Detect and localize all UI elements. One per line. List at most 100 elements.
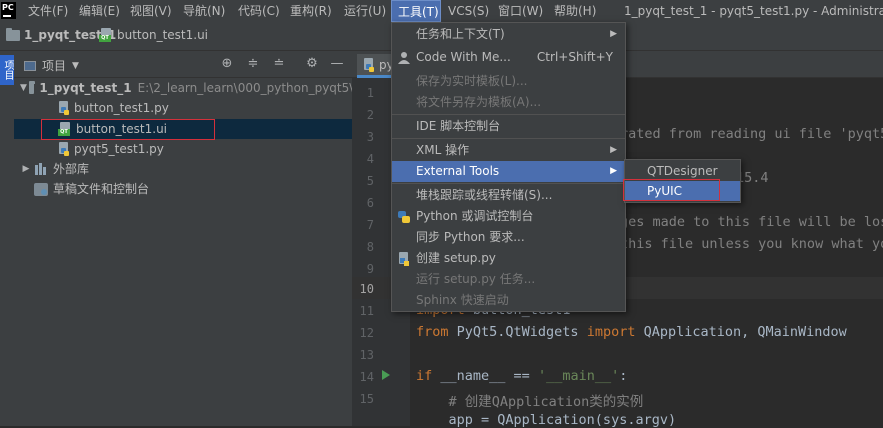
external-tools-submenu: QTDesigner PyUIC <box>624 159 741 203</box>
menu-item-save-live-template[interactable]: 保存为实时模板(L)... <box>392 71 625 92</box>
user-icon <box>397 51 411 65</box>
menu-view[interactable]: 视图(V) <box>124 0 178 22</box>
line-number: 14 <box>359 370 374 384</box>
menu-separator <box>392 138 625 139</box>
menu-code[interactable]: 代码(C) <box>232 0 286 22</box>
line-number: 9 <box>366 262 374 276</box>
line-number: 15 <box>359 392 374 406</box>
tree-item-external-libraries[interactable]: ▶ 外部库 <box>14 159 358 179</box>
menu-item-sync-requirements[interactable]: 同步 Python 要求... <box>392 227 625 248</box>
menu-item-stacktrace[interactable]: 堆栈跟踪或线程转储(S)... <box>392 185 625 206</box>
menu-item-external-tools[interactable]: External Tools ▶ <box>392 161 625 182</box>
line-number: 10 <box>359 282 374 296</box>
code-line: if __name__ == '__main__': <box>416 368 628 384</box>
breadcrumb-separator: › <box>88 28 93 42</box>
tree-item-pyqt5-test1-py[interactable]: pyqt5_test1.py <box>14 139 396 159</box>
project-view-selector[interactable]: 项目 ▼ <box>24 57 79 74</box>
menu-item-create-setup-py[interactable]: 创建 setup.py <box>392 248 625 269</box>
python-file-icon <box>58 142 70 156</box>
expand-all-icon[interactable]: ≑ <box>246 57 260 71</box>
chevron-down-icon: ▼ <box>20 83 27 93</box>
project-icon <box>24 60 36 71</box>
line-number: 2 <box>366 108 374 122</box>
project-path-hint: E:\2_learn_learn\000_python_pyqt5\( <box>137 81 358 95</box>
tree-item-button-test1-ui[interactable]: QT button_test1.ui <box>14 119 396 139</box>
menu-vcs[interactable]: VCS(S) <box>442 0 495 22</box>
menu-help[interactable]: 帮助(H) <box>548 0 602 22</box>
left-tool-strip: 项目 <box>0 51 15 426</box>
tree-item-project-root[interactable]: ▼ 1_pyqt_test_1 E:\2_learn_learn\000_pyt… <box>14 78 358 98</box>
gear-icon[interactable]: ⚙ <box>305 57 319 71</box>
hide-panel-icon[interactable]: — <box>330 57 344 71</box>
tree-item-label: button_test1.ui <box>76 122 168 136</box>
line-number: 11 <box>359 304 374 318</box>
qt-ui-file-icon: QT <box>99 28 113 42</box>
qt-ui-file-icon: QT <box>58 122 72 136</box>
menu-separator <box>392 114 625 115</box>
python-file-icon <box>363 57 375 72</box>
tree-item-label: button_test1.py <box>74 101 169 115</box>
code-line: from PyQt5.QtWidgets import QApplication… <box>416 324 847 340</box>
menu-item-ide-script-console[interactable]: IDE 脚本控制台 <box>392 116 625 137</box>
menu-refactor[interactable]: 重构(R) <box>284 0 338 22</box>
menu-item-xml-actions[interactable]: XML 操作 ▶ <box>392 140 625 161</box>
menu-item-save-file-as-template[interactable]: 将文件另存为模板(A)... <box>392 92 625 113</box>
chevron-right-icon: ▶ <box>610 29 617 39</box>
line-number: 13 <box>359 348 374 362</box>
menu-run[interactable]: 运行(U) <box>338 0 392 22</box>
menu-navigate[interactable]: 导航(N) <box>177 0 231 22</box>
chevron-right-icon: ▶ <box>610 145 617 155</box>
code-line: # 创建QApplication类的实例 <box>416 394 644 410</box>
menu-bar: PC 文件(F) 编辑(E) 视图(V) 导航(N) 代码(C) 重构(R) 运… <box>0 0 883 22</box>
tree-item-label: 外部库 <box>53 162 90 176</box>
menu-window[interactable]: 窗口(W) <box>492 0 549 22</box>
menu-separator <box>392 183 625 184</box>
line-number: 8 <box>366 240 374 254</box>
line-number: 1 <box>366 86 374 100</box>
tools-menu-dropdown: 任务和上下文(T) ▶ Code With Me... Ctrl+Shift+Y 保… <box>391 22 626 312</box>
folder-icon <box>28 80 36 94</box>
line-number: 6 <box>366 196 374 210</box>
breadcrumb-file[interactable]: QT button_test1.ui <box>99 28 208 42</box>
menu-tools[interactable]: 工具(T) <box>391 0 441 22</box>
code-line: ges made to this file will be los <box>620 214 883 230</box>
run-gutter-icon[interactable] <box>382 370 390 380</box>
menu-item-run-setup-task[interactable]: 运行 setup.py 任务... <box>392 269 625 290</box>
project-panel: 项目 ▼ ⊕ ≑ ≐ ⚙ — ▼ 1_pyqt_test_1 E:\2_lear… <box>14 51 396 426</box>
tree-item-label: 1_pyqt_test_1 <box>39 81 132 95</box>
submenu-item-pyuic[interactable]: PyUIC <box>625 181 740 201</box>
menu-item-python-console[interactable]: Python 或调试控制台 <box>392 206 625 227</box>
python-file-icon <box>397 252 411 266</box>
chevron-down-icon: ▼ <box>72 60 79 71</box>
line-number: 5 <box>366 174 374 188</box>
chevron-right-icon: ▶ <box>22 164 30 174</box>
collapse-all-icon[interactable]: ≐ <box>272 57 286 71</box>
tree-item-label: 草稿文件和控制台 <box>53 182 150 196</box>
code-line: this file unless you know what yo <box>620 236 883 252</box>
menu-item-code-with-me[interactable]: Code With Me... Ctrl+Shift+Y <box>392 47 625 68</box>
menu-item-tasks-context[interactable]: 任务和上下文(T) ▶ <box>392 24 625 45</box>
python-icon <box>397 210 411 224</box>
locate-file-icon[interactable]: ⊕ <box>220 57 234 71</box>
window-title: 1_pyqt_test_1 - pyqt5_test1.py - Adminis… <box>624 4 883 18</box>
menu-item-sphinx-quickstart[interactable]: Sphinx 快速启动 <box>392 290 625 311</box>
scratches-icon <box>34 182 48 196</box>
project-panel-header: 项目 ▼ ⊕ ≑ ≐ ⚙ — <box>14 51 352 78</box>
python-file-icon <box>58 101 70 115</box>
line-number: 7 <box>366 218 374 232</box>
tree-item-scratches[interactable]: 草稿文件和控制台 <box>14 179 372 199</box>
line-number: 12 <box>359 326 374 340</box>
chevron-right-icon: ▶ <box>610 166 617 176</box>
library-icon <box>34 163 48 175</box>
line-number: 3 <box>366 130 374 144</box>
project-tool-tab[interactable]: 项目 <box>0 55 14 85</box>
pycharm-logo-icon: PC <box>1 2 16 19</box>
menu-file[interactable]: 文件(F) <box>22 0 74 22</box>
tree-item-button-test1-py[interactable]: button_test1.py <box>14 98 396 118</box>
line-number: 4 <box>366 152 374 166</box>
tree-item-label: pyqt5_test1.py <box>74 142 164 156</box>
code-line: rated from reading ui file 'pyqt5 <box>620 126 883 142</box>
menu-edit[interactable]: 编辑(E) <box>73 0 126 22</box>
submenu-item-qtdesigner[interactable]: QTDesigner <box>625 161 740 181</box>
folder-icon <box>6 27 20 41</box>
